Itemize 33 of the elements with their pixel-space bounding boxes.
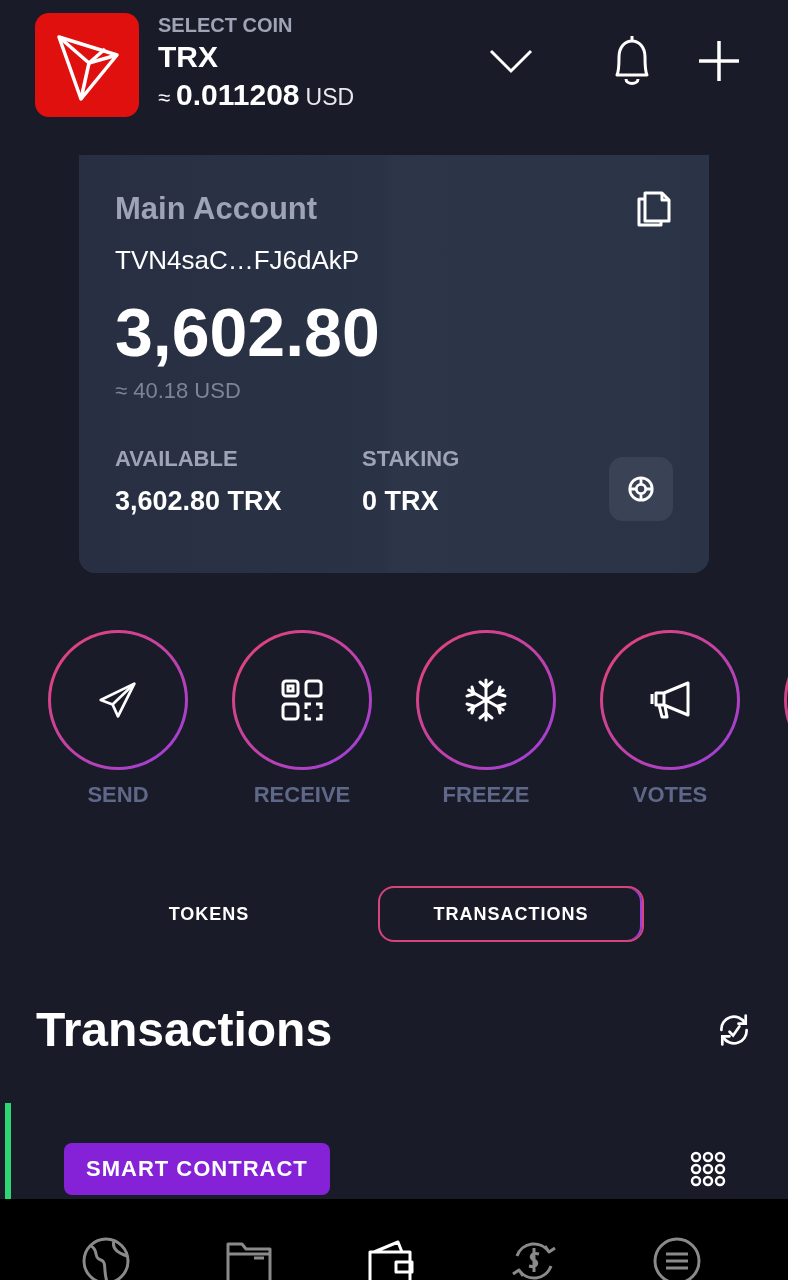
chevron-down-icon[interactable] xyxy=(489,48,533,74)
stat-value: 3,602.80 TRX xyxy=(115,486,283,517)
account-address: TVN4saC…FJ6dAkP xyxy=(115,245,361,276)
price-currency: USD xyxy=(305,82,355,112)
coin-price: 0.011208 xyxy=(176,76,300,113)
coin-name: TRX xyxy=(158,38,219,75)
tab[interactable]: TRANSACTIONS xyxy=(378,886,644,942)
resource-button[interactable] xyxy=(609,457,673,521)
qr-code-icon xyxy=(280,678,324,722)
snowflake-icon xyxy=(464,678,508,722)
stat-label: STAKING xyxy=(362,446,461,472)
action-label: SEND xyxy=(87,782,149,808)
globe-icon[interactable] xyxy=(81,1236,132,1280)
approx-sign: ≈ xyxy=(158,83,171,112)
paper-plane-icon xyxy=(98,680,138,720)
menu-icon[interactable] xyxy=(651,1236,702,1280)
copy-icon[interactable] xyxy=(635,191,673,229)
section-title: Transactions xyxy=(36,1002,333,1057)
node-grid-icon xyxy=(690,1151,726,1187)
add-icon[interactable] xyxy=(697,39,741,83)
action-label: RECEIVE xyxy=(253,782,351,808)
account-name: Main Account xyxy=(115,191,318,227)
transaction-type-tag: SMART CONTRACT xyxy=(64,1143,330,1195)
lifebuoy-icon xyxy=(627,475,655,503)
fiat-balance: ≈ 40.18 USD xyxy=(115,378,242,404)
action-label: FREEZE xyxy=(442,782,530,808)
tron-logo-icon xyxy=(35,13,139,117)
tab[interactable]: TOKENS xyxy=(96,886,322,942)
stat-label: AVAILABLE xyxy=(115,446,239,472)
account-balance: 3,602.80 xyxy=(115,294,381,370)
action-label: VOTES xyxy=(632,782,708,808)
stat-value: 0 TRX xyxy=(362,486,440,517)
select-coin-label: SELECT COIN xyxy=(158,14,294,35)
